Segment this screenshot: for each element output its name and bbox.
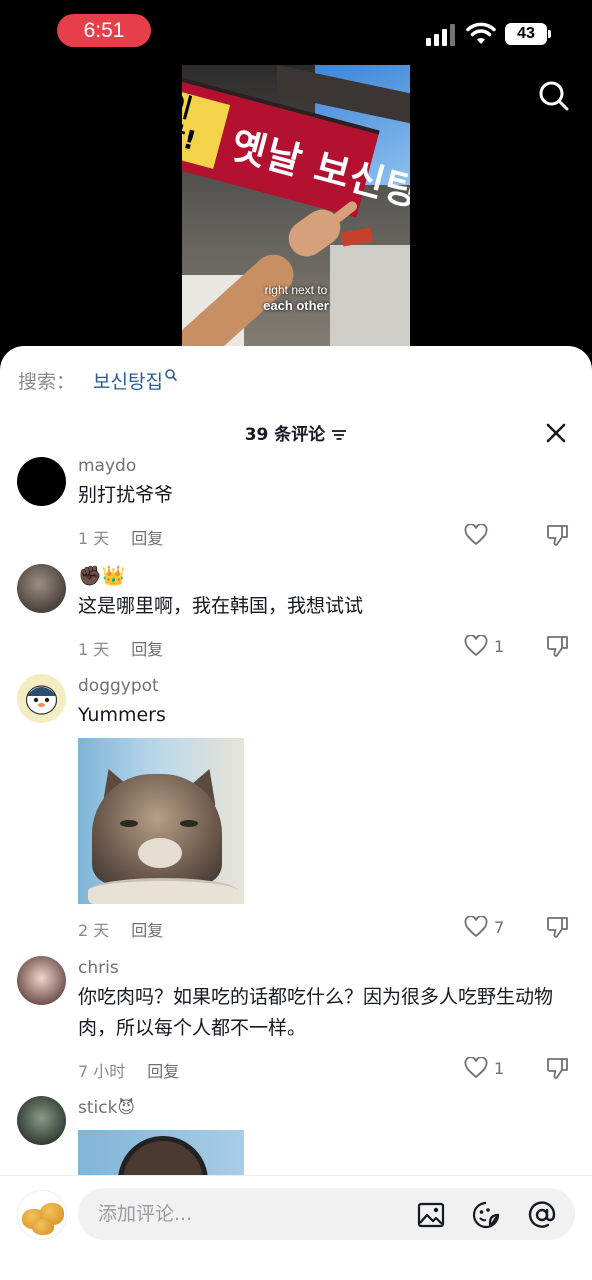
comment-text: 你吃肉吗？如果吃的话都吃什么？因为很多人吃野生动物肉，所以每个人都不一样。 xyxy=(78,986,554,1039)
close-icon[interactable] xyxy=(544,421,568,445)
dislike-icon[interactable] xyxy=(545,633,571,659)
related-search-label: 搜索： xyxy=(18,370,76,393)
otter-avatar-icon xyxy=(25,685,58,715)
video-caption-line1: right next to xyxy=(264,283,328,297)
heart-icon xyxy=(464,916,488,938)
mention-icon[interactable] xyxy=(528,1201,556,1229)
comment-text: 别打扰爷爷 xyxy=(78,484,174,506)
comment-input[interactable] xyxy=(98,1188,398,1240)
comment-username[interactable]: chris xyxy=(78,958,119,978)
avatar[interactable] xyxy=(17,564,66,613)
signal-icon xyxy=(426,24,458,46)
cat-eye xyxy=(180,820,198,827)
comment-image-cat[interactable] xyxy=(78,738,244,904)
reply-button[interactable]: 回复 xyxy=(131,921,163,940)
status-time: 6:51 xyxy=(57,14,151,47)
heart-icon xyxy=(464,635,488,657)
comments-count-title: 39 条评论 xyxy=(244,425,326,445)
comment-text: Yummers xyxy=(78,704,166,726)
comment-text: 这是哪里啊，我在韩国，我想试试 xyxy=(78,595,364,617)
comment-time: 7 小时 xyxy=(78,1062,126,1081)
comment-time: 1 天 xyxy=(78,640,110,659)
cat-eye xyxy=(120,820,138,827)
like-count: 1 xyxy=(494,636,505,656)
comment-time: 2 天 xyxy=(78,921,110,940)
image-icon[interactable] xyxy=(417,1201,445,1229)
like-button[interactable]: 1 xyxy=(464,633,524,659)
reply-button[interactable]: 回复 xyxy=(147,1062,179,1081)
battery-indicator: 43 xyxy=(505,23,547,45)
video-sign-yellow: 이 맛! xyxy=(182,88,231,169)
like-button[interactable]: 1 xyxy=(464,1055,524,1081)
comment-meta: 1 天 回复 xyxy=(78,636,163,660)
emoji-icon[interactable] xyxy=(472,1201,500,1229)
comment-input-pill xyxy=(78,1188,575,1240)
comment-username[interactable]: maydo xyxy=(78,456,136,476)
related-search[interactable]: 搜索： 보신탕집 xyxy=(18,366,178,394)
avatar[interactable] xyxy=(17,674,66,723)
sort-icon[interactable] xyxy=(331,429,347,441)
heart-icon xyxy=(464,1057,488,1079)
avatar[interactable] xyxy=(17,956,66,1005)
cat-bowl xyxy=(88,878,238,904)
avatar[interactable] xyxy=(17,1096,66,1145)
like-count: 1 xyxy=(494,1058,505,1078)
comments-header: 39 条评论 xyxy=(0,420,592,445)
comment-input-bar xyxy=(0,1175,592,1280)
search-icon[interactable] xyxy=(538,80,570,112)
reply-button[interactable]: 回复 xyxy=(131,529,163,548)
comment-meta: 7 小时 回复 xyxy=(78,1058,179,1082)
wifi-icon xyxy=(466,22,496,44)
avatar[interactable] xyxy=(17,457,66,506)
nugget-shape xyxy=(32,1219,54,1235)
video-object xyxy=(341,227,373,247)
cat-muzzle xyxy=(138,838,182,868)
dislike-icon[interactable] xyxy=(545,914,571,940)
status-bar: 6:51 43 xyxy=(0,0,592,64)
video-player[interactable]: 이 맛! 옛날 보신탕 right next to each other xyxy=(182,65,410,350)
search-small-icon xyxy=(165,369,178,382)
video-caption-line2: each other xyxy=(263,298,329,313)
heart-icon xyxy=(464,524,488,546)
comment-username[interactable]: doggypot xyxy=(78,676,159,696)
comment-sheet: 搜索： 보신탕집 39 条评论 maydo 别打扰爷爷 1 天回复 ✊🏿👑 这是… xyxy=(0,346,592,1280)
comment-username[interactable]: stick😈 xyxy=(78,1098,135,1118)
comment-time: 1 天 xyxy=(78,529,110,548)
battery-tip xyxy=(548,30,551,38)
related-search-term[interactable]: 보신탕집 xyxy=(93,367,163,394)
comment-meta: 1 天 回复 xyxy=(78,525,163,549)
my-avatar[interactable] xyxy=(17,1190,67,1240)
comment-username[interactable]: ✊🏿👑 xyxy=(78,564,125,587)
like-button[interactable]: 7 xyxy=(464,914,524,940)
like-button[interactable] xyxy=(464,522,524,548)
comment-meta: 2 天 回复 xyxy=(78,917,163,941)
like-count: 7 xyxy=(494,917,505,937)
reply-button[interactable]: 回复 xyxy=(131,640,163,659)
dislike-icon[interactable] xyxy=(545,522,571,548)
dislike-icon[interactable] xyxy=(545,1055,571,1081)
